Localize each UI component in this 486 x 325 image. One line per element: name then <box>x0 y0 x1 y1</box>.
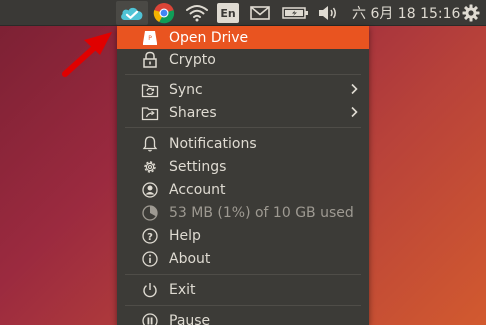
pause-icon <box>141 312 159 325</box>
sync-item[interactable]: Sync <box>117 78 369 101</box>
sync-folder-icon <box>141 81 159 99</box>
storage-usage-item: 53 MB (1%) of 10 GB used <box>117 201 369 224</box>
help-item[interactable]: ? Help <box>117 224 369 247</box>
menu-separator <box>125 305 361 306</box>
drive-icon: P <box>141 29 159 47</box>
wifi-icon[interactable] <box>184 2 210 24</box>
account-item[interactable]: Account <box>117 178 369 201</box>
settings-item[interactable]: Settings <box>117 155 369 178</box>
help-label: Help <box>169 227 201 244</box>
open-drive-label: Open Drive <box>169 29 249 46</box>
shares-item[interactable]: Shares <box>117 101 369 124</box>
battery-icon[interactable] <box>281 2 311 24</box>
keyboard-layout-icon[interactable]: En <box>217 3 239 23</box>
sync-label: Sync <box>169 81 203 98</box>
submenu-arrow-icon <box>351 83 358 95</box>
pause-label: Pause <box>169 312 211 325</box>
svg-text:?: ? <box>147 232 153 243</box>
storage-usage-label: 53 MB (1%) of 10 GB used <box>169 204 354 221</box>
help-icon: ? <box>141 227 159 245</box>
submenu-arrow-icon <box>351 106 358 118</box>
mail-icon[interactable] <box>248 2 272 24</box>
volume-icon[interactable] <box>316 2 340 24</box>
bell-icon <box>141 135 159 153</box>
open-drive-item[interactable]: P Open Drive <box>117 26 369 49</box>
svg-text:P: P <box>148 35 152 42</box>
about-label: About <box>169 250 211 267</box>
gear-icon <box>141 158 159 176</box>
about-item[interactable]: About <box>117 247 369 270</box>
notifications-item[interactable]: Notifications <box>117 132 369 155</box>
lock-icon <box>141 51 159 69</box>
pause-item[interactable]: Pause <box>117 309 369 325</box>
menu-separator <box>125 74 361 75</box>
system-gear-icon[interactable] <box>459 2 483 24</box>
account-label: Account <box>169 181 226 198</box>
crypto-item[interactable]: Crypto <box>117 48 369 71</box>
share-folder-icon <box>141 104 159 122</box>
menu-separator <box>125 127 361 128</box>
pie-chart-icon <box>141 204 159 222</box>
power-icon <box>141 281 159 299</box>
shares-label: Shares <box>169 104 217 121</box>
user-icon <box>141 181 159 199</box>
app-menu: P Open Drive Crypto Sync Shares Notifica… <box>117 26 369 325</box>
clock[interactable]: 六 6月 18 15:16 <box>352 3 460 23</box>
crypto-label: Crypto <box>169 51 216 68</box>
settings-label: Settings <box>169 158 227 175</box>
notifications-label: Notifications <box>169 135 257 152</box>
exit-label: Exit <box>169 281 196 298</box>
chrome-icon[interactable] <box>151 2 177 24</box>
red-arrow-annotation <box>62 20 122 80</box>
menu-separator <box>125 274 361 275</box>
language-label: En <box>220 6 236 20</box>
exit-item[interactable]: Exit <box>117 278 369 301</box>
info-icon <box>141 250 159 268</box>
